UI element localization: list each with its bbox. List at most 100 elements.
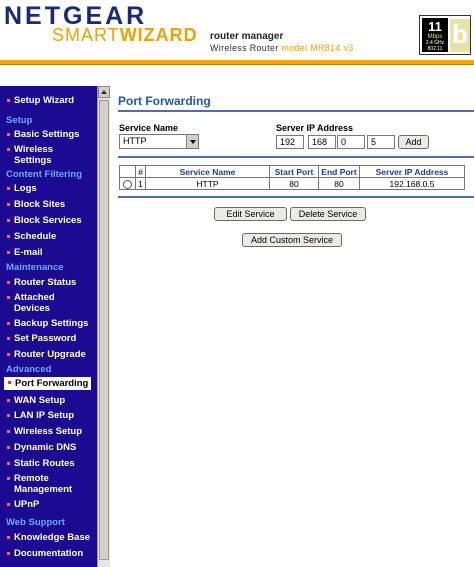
sidebar-item-documentation[interactable]: Documentation (7, 548, 83, 559)
sidebar-item-label-line1: Remote (14, 473, 49, 484)
bullet-icon (7, 353, 10, 356)
sidebar-item-port-forwarding[interactable]: Port Forwarding (4, 377, 92, 390)
bullet-icon (7, 503, 10, 506)
sidebar-item-lan-ip-setup[interactable]: LAN IP Setup (7, 410, 74, 421)
sidebar-item-label: Schedule (14, 231, 57, 242)
table-header-row: # Service Name Start Port End Port Serve… (119, 165, 465, 178)
sidebar-item-wan-setup[interactable]: WAN Setup (7, 395, 65, 406)
badge-std: 802.11 (427, 46, 443, 52)
sidebar-item-label-line1: Attached (14, 292, 55, 303)
sidebar-item-label: Backup Settings (14, 318, 89, 329)
sidebar-item-block-services[interactable]: Block Services (7, 215, 82, 226)
sidebar-item-set-password[interactable]: Set Password (7, 333, 76, 344)
sidebar-item-label: Documentation (14, 548, 84, 559)
app-subtitle: Wireless Router model MR814 v3 (210, 43, 354, 53)
sidebar-item-remote-management[interactable]: Remote Management (7, 473, 72, 495)
sidebar-item-email[interactable]: E-mail (7, 247, 43, 258)
ip-octet-2-input[interactable]: 168 (308, 135, 336, 149)
sidebar-item-label-line2: Devices (14, 303, 50, 314)
row-radio[interactable] (123, 179, 132, 189)
sidebar-item-label-line2: Management (14, 484, 73, 495)
section-web-support: Web Support (6, 517, 65, 528)
add-button[interactable]: Add (398, 135, 429, 149)
row-start-port: 80 (269, 177, 319, 190)
ip-octet-4-input[interactable]: 5 (367, 135, 395, 149)
sidebar-item-label: Dynamic DNS (14, 442, 77, 453)
sidebar-item-backup-settings[interactable]: Backup Settings (7, 318, 88, 329)
service-name-value: HTTP (123, 136, 147, 146)
scrollbar-thumb[interactable] (99, 100, 109, 560)
sidebar-item-upnp[interactable]: UPnP (7, 499, 39, 510)
sidebar-item-label: Knowledge Base (14, 532, 91, 543)
section-setup: Setup (6, 115, 33, 126)
sidebar-item-wireless-setup[interactable]: Wireless Setup (7, 426, 82, 437)
col-server-ip: Server IP Address (359, 165, 465, 178)
bullet-icon (7, 414, 10, 417)
wireless-b-badge: 11 Mbps 2.4 GHz 802.11 b (419, 15, 471, 55)
sidebar-item-router-status[interactable]: Router Status (7, 277, 76, 288)
col-end-port: End Port (318, 165, 360, 178)
sidebar-item-basic-settings[interactable]: Basic Settings (7, 129, 79, 140)
bullet-icon (7, 235, 10, 238)
ip-octet-1-input[interactable]: 192 (276, 135, 304, 149)
router-manager-window: NETGEAR SMARTWIZARD router manager Wirel… (0, 0, 474, 567)
bullet-icon (7, 462, 10, 465)
scroll-up-button[interactable] (98, 86, 110, 98)
row-server-ip: 192.168.0.5 (359, 177, 465, 190)
delete-service-button[interactable]: Delete Service (290, 207, 366, 221)
ip-octet-3-input[interactable]: 0 (337, 135, 365, 149)
bullet-icon (7, 430, 10, 433)
col-select (119, 165, 136, 178)
bullet-icon (7, 477, 10, 480)
sidebar-item-label: Wireless Setup (14, 426, 83, 437)
col-start-port: Start Port (269, 165, 319, 178)
sidebar-item-wireless-settings[interactable]: Wireless Settings (7, 144, 53, 166)
sidebar-item-static-routes[interactable]: Static Routes (7, 458, 75, 469)
row-end-port: 80 (318, 177, 360, 190)
sidebar-item-knowledge-base[interactable]: Knowledge Base (7, 532, 90, 543)
sidebar-item-attached-devices[interactable]: Attached Devices (7, 292, 55, 314)
bullet-icon (7, 399, 10, 402)
badge-speed-panel: 11 Mbps 2.4 GHz 802.11 (422, 18, 448, 52)
header: NETGEAR SMARTWIZARD router manager Wirel… (0, 0, 474, 86)
bullet-icon (7, 281, 10, 284)
sidebar-item-label-line2: Settings (14, 155, 52, 166)
sidebar-item-label: Basic Settings (14, 129, 80, 140)
sidebar-item-router-upgrade[interactable]: Router Upgrade (7, 349, 86, 360)
smartwizard-logo-part-b: WIZARD (119, 25, 198, 45)
bullet-icon (7, 148, 10, 151)
bullet-icon (7, 337, 10, 340)
subtitle-model: model MR814 v3 (281, 43, 354, 53)
form-divider (118, 156, 474, 158)
sidebar-item-label: Logs (14, 183, 37, 194)
service-name-select[interactable]: HTTP (119, 134, 199, 149)
sidebar-scrollbar[interactable] (97, 86, 110, 567)
sidebar-item-schedule[interactable]: Schedule (7, 231, 56, 242)
sidebar-item-block-sites[interactable]: Block Sites (7, 199, 65, 210)
sidebar-item-label-line1: Wireless (14, 144, 53, 155)
title-divider (118, 110, 474, 112)
badge-speed: 11 (428, 19, 442, 34)
sidebar-item-logs[interactable]: Logs (7, 183, 37, 194)
bullet-icon (7, 322, 10, 325)
sidebar-item-dynamic-dns[interactable]: Dynamic DNS (7, 442, 76, 453)
bullet-icon (7, 133, 10, 136)
col-service-name: Service Name (145, 165, 270, 178)
sidebar-item-label: Router Status (14, 277, 77, 288)
smartwizard-logo-part-a: SMART (52, 25, 120, 45)
col-index: # (135, 165, 146, 178)
sidebar-item-label: WAN Setup (14, 395, 66, 406)
bullet-icon (7, 203, 10, 206)
section-advanced: Advanced (6, 364, 52, 375)
row-index: 1 (135, 177, 146, 190)
bullet-icon (7, 296, 10, 299)
sidebar-item-label: Block Sites (14, 199, 66, 210)
edit-service-button[interactable]: Edit Service (214, 207, 287, 221)
sidebar-item-setup-wizard[interactable]: Setup Wizard (7, 95, 74, 106)
chevron-down-icon[interactable] (186, 135, 198, 148)
add-custom-service-button[interactable]: Add Custom Service (242, 233, 342, 247)
main-content: Port Forwarding Service Name HTTP Server… (110, 86, 474, 567)
smartwizard-logo: SMARTWIZARD (52, 25, 198, 46)
bullet-icon (7, 99, 10, 102)
sidebar-item-label: Block Services (14, 215, 82, 226)
